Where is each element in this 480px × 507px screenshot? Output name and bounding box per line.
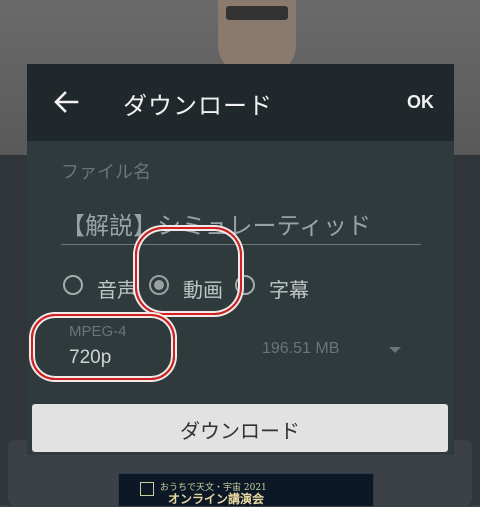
dialog-header: ダウンロード OK [27,64,454,141]
download-button-label: ダウンロード [180,419,300,443]
triangle-down-icon[interactable] [389,347,401,353]
radio-circle [63,275,83,295]
radio-audio-label: 音声 [97,278,137,302]
thumbnail-title: オンライン講演会 [168,492,265,506]
annotation-circle-video [135,227,242,315]
file-name-label: ファイル名 [61,162,151,183]
radio-subtitles-label: 字幕 [269,278,309,302]
presenter-glasses [226,6,288,20]
download-button[interactable]: ダウンロード [32,404,448,452]
ok-button[interactable]: OK [407,92,434,113]
dialog-title: ダウンロード [123,92,273,120]
arrow-left-icon[interactable] [53,89,79,115]
house-icon [140,482,154,496]
file-size: 196.51 MB [262,340,340,357]
annotation-circle-quality [31,314,175,380]
file-name-input[interactable]: 【解説】シミュレーティッド [61,202,421,245]
